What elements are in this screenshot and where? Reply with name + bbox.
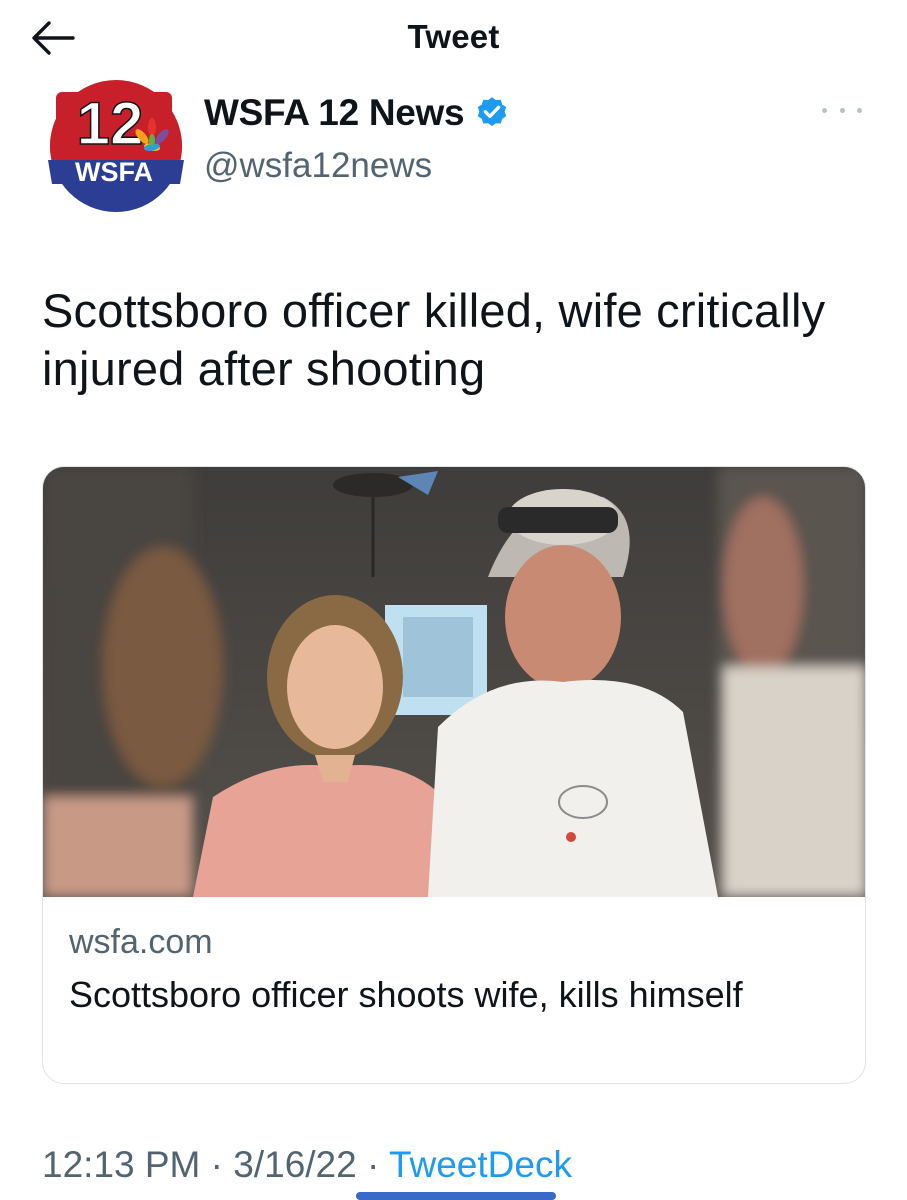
more-options-button[interactable] — [822, 98, 862, 122]
card-title: Scottsboro officer shoots wife, kills hi… — [69, 974, 743, 1015]
page-title: Tweet — [407, 18, 500, 55]
top-bar: Tweet — [0, 0, 907, 80]
wsfa-logo-avatar: 12 WSFA — [48, 80, 184, 212]
meta-separator: · — [210, 1144, 223, 1185]
card-photo — [43, 467, 865, 897]
avatar[interactable]: 12 WSFA — [42, 80, 190, 212]
station-label: WSFA — [75, 157, 153, 187]
name-row: WSFA 12 News — [204, 92, 510, 134]
more-dot-icon — [839, 107, 845, 113]
channel-number: 12 — [77, 90, 144, 157]
link-preview-card[interactable]: wsfa.com Scottsboro officer shoots wife,… — [42, 466, 866, 1084]
tweet-source-link[interactable]: TweetDeck — [389, 1144, 572, 1185]
display-name[interactable]: WSFA 12 News — [204, 92, 465, 134]
tweet-time: 12:13 PM — [42, 1144, 201, 1185]
meta-separator: · — [367, 1144, 380, 1185]
tweet-date: 3/16/22 — [233, 1144, 357, 1185]
home-indicator — [356, 1192, 556, 1200]
tweet-text: Scottsboro officer killed, wife critical… — [42, 284, 826, 395]
card-domain: wsfa.com — [69, 923, 213, 961]
more-dot-icon — [822, 107, 827, 113]
more-dot-icon — [857, 107, 862, 113]
user-handle[interactable]: @wsfa12news — [204, 146, 432, 186]
verified-badge-icon — [478, 97, 507, 127]
tweet-author: 12 WSFA WSFA 12 News @wsfa12news — [42, 80, 862, 220]
tweet-meta: 12:13 PM · 3/16/22 · TweetDeck — [42, 1144, 572, 1186]
